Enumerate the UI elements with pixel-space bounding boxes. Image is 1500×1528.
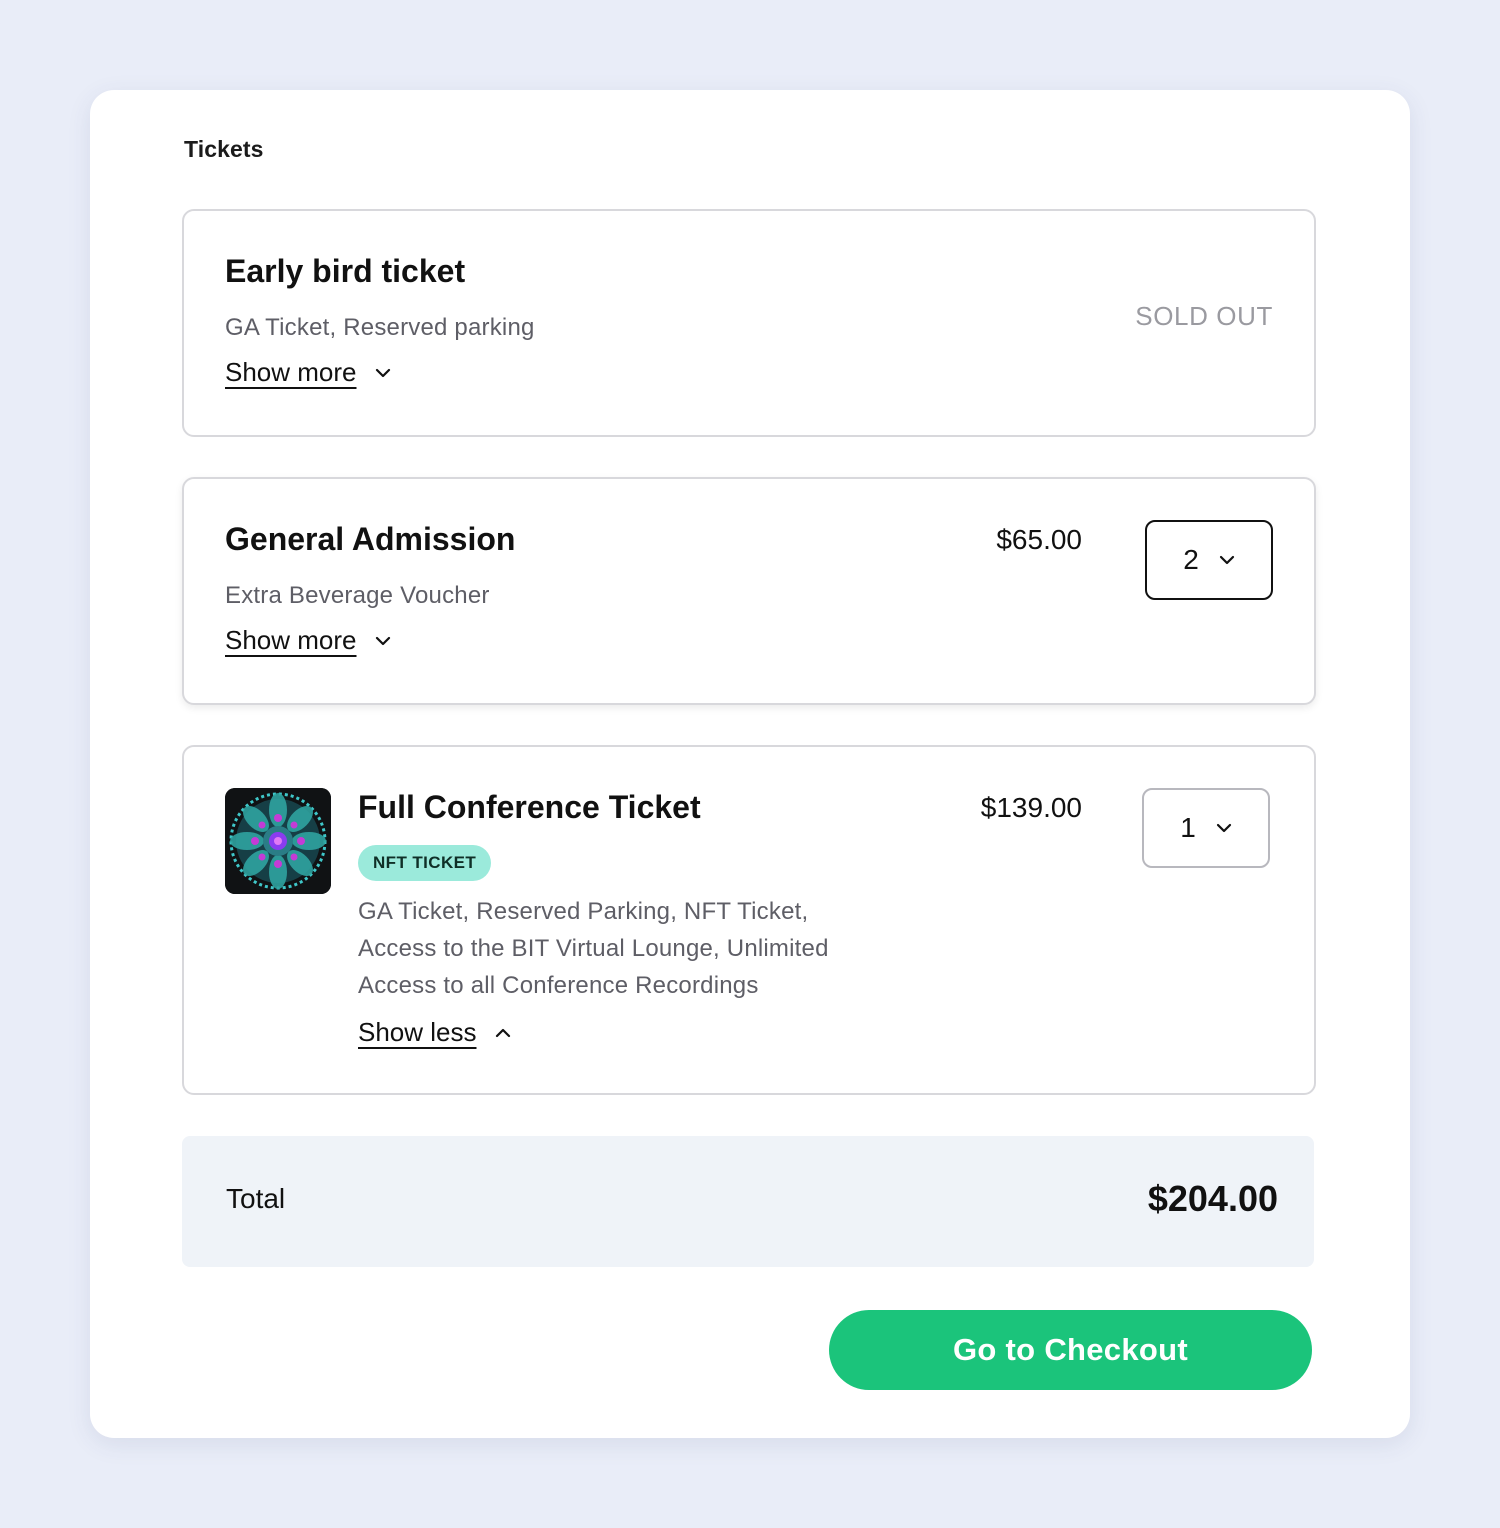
show-more-toggle[interactable]: Show more [225, 625, 391, 656]
ticket-price: $139.00 [980, 792, 1082, 823]
quantity-value: 2 [1183, 544, 1199, 575]
total-summary: Total $204.00 [182, 1136, 1314, 1267]
description-line: GA Ticket, Reserved Parking, NFT Ticket, [358, 898, 809, 925]
show-less-toggle[interactable]: Show less [358, 1017, 511, 1048]
total-amount: $204.00 [1147, 1178, 1278, 1219]
tickets-card: Tickets Early bird ticket GA Ticket, Res… [90, 90, 1410, 1438]
page-background: Tickets Early bird ticket GA Ticket, Res… [0, 0, 1500, 1528]
ticket-description: GA Ticket, Reserved parking [225, 314, 535, 341]
ticket-name: General Admission [225, 521, 516, 557]
ticket-price: $65.00 [996, 524, 1082, 555]
chevron-down-icon [375, 636, 390, 645]
quantity-select[interactable]: 1 [1142, 788, 1270, 868]
total-label: Total [226, 1183, 286, 1214]
nft-thumbnail-image [225, 788, 331, 894]
quantity-value: 1 [1180, 812, 1196, 843]
ticket-name: Early bird ticket [225, 253, 466, 289]
ticket-card-general-admission: General Admission Extra Beverage Voucher… [182, 477, 1316, 705]
description-line: Access to the BIT Virtual Lounge, Unlimi… [358, 935, 829, 962]
chevron-up-icon [495, 1028, 510, 1037]
chevron-down-icon [1219, 555, 1234, 565]
show-less-label: Show less [358, 1017, 477, 1047]
show-more-label: Show more [225, 625, 357, 655]
go-to-checkout-button[interactable]: Go to Checkout [829, 1310, 1312, 1390]
ticket-card-early-bird: Early bird ticket GA Ticket, Reserved pa… [182, 209, 1316, 437]
ticket-name: Full Conference Ticket [358, 789, 701, 825]
section-title: Tickets [184, 136, 264, 162]
description-line: Access to all Conference Recordings [358, 972, 759, 999]
chevron-down-icon [1216, 823, 1231, 833]
sold-out-status: SOLD OUT [1135, 301, 1273, 331]
nft-ticket-badge: NFT TICKET [358, 845, 492, 881]
show-more-toggle[interactable]: Show more [225, 357, 391, 388]
quantity-select[interactable]: 2 [1145, 520, 1273, 600]
ticket-card-full-conference: Full Conference Ticket NFT TICKET GA Tic… [182, 745, 1316, 1095]
ticket-description: GA Ticket, Reserved Parking, NFT Ticket,… [358, 893, 829, 1004]
chevron-down-icon [375, 368, 390, 377]
ticket-description: Extra Beverage Voucher [225, 582, 490, 609]
kaleidoscope-nft-image [225, 788, 331, 894]
show-more-label: Show more [225, 357, 357, 387]
